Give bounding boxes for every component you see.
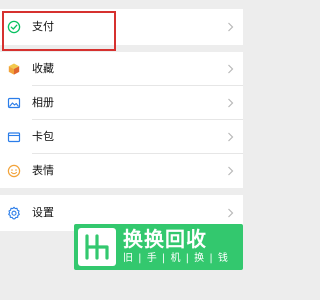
menu-item-stickers[interactable]: 表情 (0, 154, 243, 188)
chevron-right-icon (228, 64, 234, 74)
menu-item-favorites[interactable]: 收藏 (0, 52, 243, 86)
menu-item-album[interactable]: 相册 (0, 86, 243, 120)
banner-title: 换换回收 (123, 227, 207, 251)
gear-icon (7, 206, 21, 220)
chevron-right-icon (228, 132, 234, 142)
menu-item-label: 相册 (32, 96, 54, 109)
chevron-right-icon (228, 208, 234, 218)
menu-item-label: 设置 (32, 206, 54, 219)
menu-item-label: 表情 (32, 164, 54, 177)
menu-item-label: 收藏 (32, 62, 54, 75)
banner-subtitle: 旧 | 手 | 机 | 换 | 钱 (123, 253, 229, 264)
smiley-icon (7, 164, 21, 178)
watermark-banner: 换换回收 旧 | 手 | 机 | 换 | 钱 (74, 224, 243, 270)
menu-item-cards[interactable]: 卡包 (0, 120, 243, 154)
card-wallet-icon (7, 130, 21, 144)
menu-item-label: 卡包 (32, 130, 54, 143)
highlight-box (2, 11, 116, 51)
photo-album-icon (7, 96, 21, 110)
brand-logo-icon (78, 228, 116, 266)
top-strip (0, 0, 243, 9)
favorites-cube-icon (7, 62, 21, 76)
services-group: 收藏 相册 卡包 表情 (0, 52, 243, 188)
chevron-right-icon (228, 166, 234, 176)
chevron-right-icon (228, 22, 234, 32)
chevron-right-icon (228, 98, 234, 108)
